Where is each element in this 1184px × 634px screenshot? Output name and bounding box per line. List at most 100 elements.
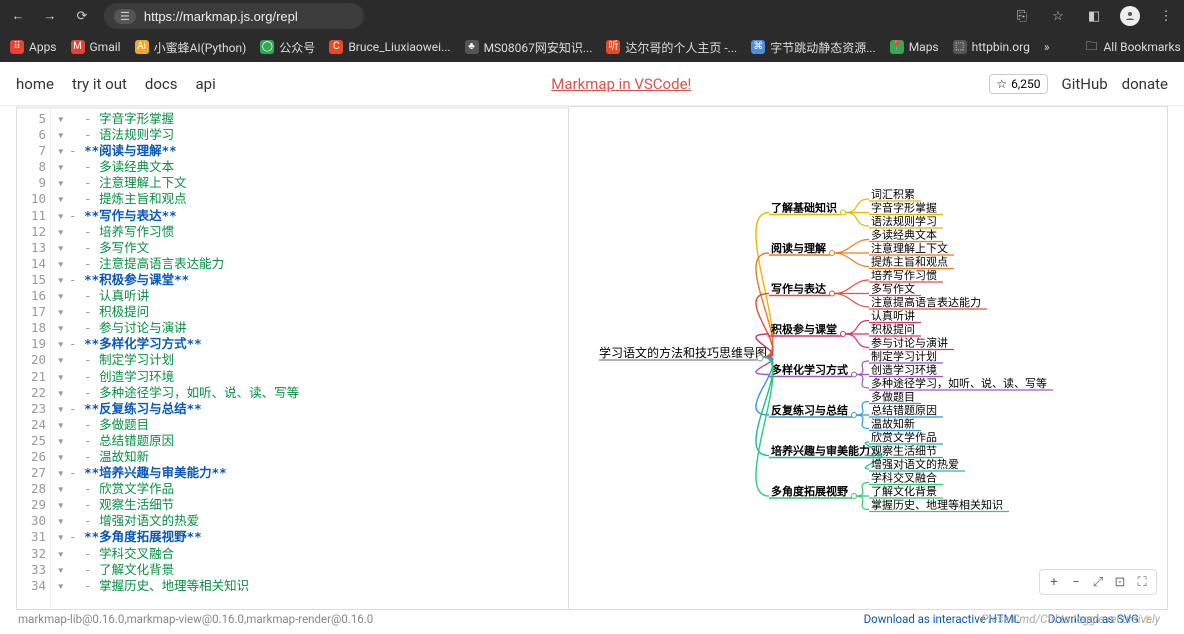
back-button[interactable]: ←	[8, 6, 28, 26]
code-line[interactable]: ▾ - 多写作文	[57, 240, 562, 256]
mindmap-leaf[interactable]: 词汇积累	[871, 188, 915, 201]
code-content[interactable]: ▾ - 字音字形掌握▾ - 语法规则学习▾- **阅读与理解**▾ - 多读经典…	[51, 109, 568, 609]
mindmap-leaf[interactable]: 总结错题原因	[871, 403, 937, 417]
vscode-link[interactable]: Markmap in VSCode!	[551, 75, 691, 93]
code-line[interactable]: ▾- **反复练习与总结**	[57, 401, 562, 417]
sidepanel-icon[interactable]: ◧	[1084, 6, 1104, 26]
install-app-icon[interactable]: ⎘	[1012, 6, 1032, 26]
bookmark-item[interactable]: MGmail	[71, 40, 121, 54]
mindmap-leaf[interactable]: 了解文化背景	[871, 484, 937, 498]
mindmap-branch[interactable]: 写作与表达	[771, 282, 826, 296]
bookmark-item[interactable]: ⌘字节跳动静态资源...	[751, 39, 876, 56]
nav-github[interactable]: GitHub	[1062, 75, 1108, 93]
mindmap-root[interactable]: 学习语文的方法和技巧思维导图	[599, 345, 767, 360]
bookmark-item[interactable]: 📍Maps	[890, 40, 939, 54]
code-line[interactable]: ▾- **多样化学习方式**	[57, 336, 562, 352]
bookmark-overflow[interactable]: »	[1044, 40, 1050, 54]
code-line[interactable]: ▾ - 提炼主旨和观点	[57, 191, 562, 207]
code-line[interactable]: ▾ - 掌握历史、地理等相关知识	[57, 578, 562, 594]
url-input[interactable]	[144, 9, 354, 24]
code-line[interactable]: ▾ - 欣赏文学作品	[57, 481, 562, 497]
code-line[interactable]: ▾- **多角度拓展视野**	[57, 529, 562, 545]
code-line[interactable]: ▾ - 多读经典文本	[57, 159, 562, 175]
code-line[interactable]: ▾- **写作与表达**	[57, 208, 562, 224]
code-line[interactable]: ▾ - 多做题目	[57, 417, 562, 433]
bookmark-item[interactable]: ⬚httpbin.org	[953, 40, 1030, 54]
code-line[interactable]: ▾ - 注意提高语言表达能力	[57, 256, 562, 272]
mindmap-branch[interactable]: 多角度拓展视野	[771, 484, 848, 498]
mindmap-leaf[interactable]: 积极提问	[871, 322, 915, 336]
mindmap-leaf[interactable]: 多写作文	[871, 282, 915, 296]
mindmap-leaf[interactable]: 欣赏文学作品	[871, 430, 937, 444]
code-line[interactable]: ▾- **培养兴趣与审美能力**	[57, 465, 562, 481]
code-line[interactable]: ▾ - 参与讨论与演讲	[57, 320, 562, 336]
nav-try[interactable]: try it out	[72, 75, 127, 93]
mindmap-leaf[interactable]: 制定学习计划	[871, 349, 937, 363]
address-bar[interactable]: ☰	[104, 3, 364, 29]
code-line[interactable]: ▾ - 总结错题原因	[57, 433, 562, 449]
code-line[interactable]: ▾ - 语法规则学习	[57, 127, 562, 143]
profile-avatar[interactable]	[1120, 6, 1140, 26]
code-line[interactable]: ▾ - 积极提问	[57, 304, 562, 320]
mindmap-leaf[interactable]: 创造学习环境	[871, 363, 937, 377]
code-line[interactable]: ▾ - 观察生活细节	[57, 497, 562, 513]
nav-home[interactable]: home	[16, 75, 54, 93]
code-line[interactable]: ▾- **阅读与理解**	[57, 143, 562, 159]
fit-button[interactable]: ⤢	[1089, 573, 1107, 591]
mindmap-leaf[interactable]: 提炼主旨和观点	[871, 255, 948, 269]
fullscreen-button[interactable]: ⛶	[1133, 573, 1151, 591]
mindmap-leaf[interactable]: 多做题目	[871, 390, 915, 404]
mindmap-leaf[interactable]: 注意理解上下文	[871, 241, 948, 255]
zoom-in-button[interactable]: +	[1045, 573, 1063, 591]
mindmap-branch[interactable]: 阅读与理解	[771, 241, 826, 255]
bookmark-item[interactable]: ♣MS08067网安知识...	[465, 39, 593, 56]
bookmark-item[interactable]: Ai小蜜蜂AI(Python)	[135, 39, 247, 56]
code-line[interactable]: ▾ - 认真听讲	[57, 288, 562, 304]
mindmap-leaf[interactable]: 语法规则学习	[871, 214, 937, 228]
recurse-button[interactable]: ⊡	[1111, 573, 1129, 591]
code-line[interactable]: ▾ - 制定学习计划	[57, 352, 562, 368]
github-star-count[interactable]: ☆ 6,250	[989, 74, 1047, 94]
site-info-icon[interactable]: ☰	[114, 9, 136, 24]
mindmap-leaf[interactable]: 增强对语文的热爱	[871, 457, 959, 471]
code-line[interactable]: ▾ - 多种途径学习，如听、说、读、写等	[57, 385, 562, 401]
code-line[interactable]: ▾ - 字音字形掌握	[57, 111, 562, 127]
mindmap-leaf[interactable]: 温故知新	[871, 417, 915, 431]
mindmap-leaf[interactable]: 注意提高语言表达能力	[871, 295, 981, 309]
mindmap-branch[interactable]: 反复练习与总结	[771, 403, 848, 417]
bookmark-item[interactable]: ⠿Apps	[10, 40, 57, 54]
code-line[interactable]: ▾ - 注意理解上下文	[57, 175, 562, 191]
mindmap-leaf[interactable]: 参与讨论与演讲	[871, 336, 948, 350]
editor-pane[interactable]: 5678910111213141516171819202122232425262…	[16, 106, 569, 610]
mindmap-branch[interactable]: 多样化学习方式	[771, 363, 848, 377]
bookmark-item[interactable]: CBruce_Liuxiaowei...	[329, 40, 450, 54]
mindmap-leaf[interactable]: 认真听讲	[871, 309, 915, 323]
nav-donate[interactable]: donate	[1122, 75, 1168, 93]
mindmap-branch[interactable]: 积极参与课堂	[771, 322, 837, 336]
nav-docs[interactable]: docs	[145, 75, 178, 93]
reload-button[interactable]: ⟳	[72, 6, 92, 26]
code-line[interactable]: ▾ - 学科交叉融合	[57, 546, 562, 562]
mindmap-leaf[interactable]: 掌握历史、地理等相关知识	[871, 498, 1003, 512]
mindmap-leaf[interactable]: 字音字形掌握	[871, 201, 937, 215]
nav-api[interactable]: api	[196, 75, 216, 93]
mindmap-leaf[interactable]: 多种途径学习，如听、说、读、写等	[871, 376, 1047, 390]
bookmark-item[interactable]: ◯公众号	[260, 39, 315, 56]
mindmap-branch[interactable]: 培养兴趣与审美能力	[771, 444, 870, 458]
all-bookmarks[interactable]: 🗀All Bookmarks	[1085, 37, 1180, 58]
code-line[interactable]: ▾ - 温故知新	[57, 449, 562, 465]
bookmark-star-icon[interactable]: ☆	[1048, 6, 1068, 26]
forward-button[interactable]: →	[40, 6, 60, 26]
code-line[interactable]: ▾ - 培养写作习惯	[57, 224, 562, 240]
code-line[interactable]: ▾ - 了解文化背景	[57, 562, 562, 578]
mindmap-leaf[interactable]: 培养写作习惯	[871, 268, 937, 282]
menu-icon[interactable]: ⋮	[1156, 6, 1176, 26]
code-line[interactable]: ▾- **积极参与课堂**	[57, 272, 562, 288]
code-line[interactable]: ▾ - 创造学习环境	[57, 369, 562, 385]
code-line[interactable]: ▾ - 增强对语文的热爱	[57, 513, 562, 529]
zoom-out-button[interactable]: −	[1067, 573, 1085, 591]
bookmark-item[interactable]: 听达尔哥的个人主页 -...	[606, 39, 737, 56]
mindmap-branch[interactable]: 了解基础知识	[771, 201, 837, 215]
mindmap-leaf[interactable]: 学科交叉融合	[871, 471, 937, 485]
mindmap-leaf[interactable]: 多读经典文本	[871, 228, 937, 242]
